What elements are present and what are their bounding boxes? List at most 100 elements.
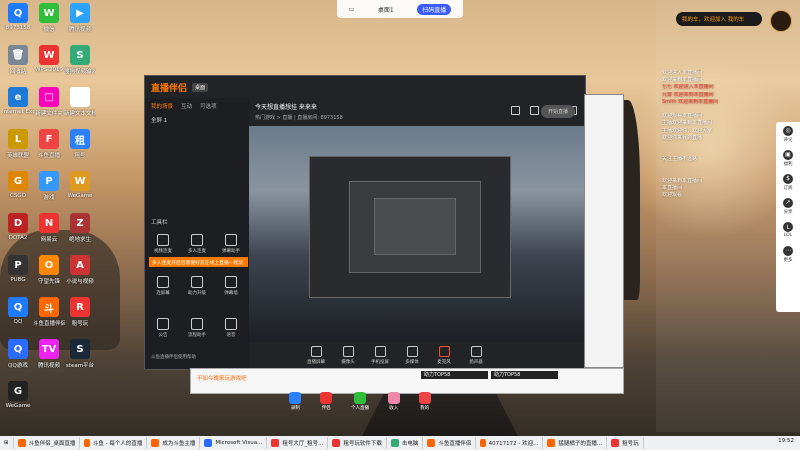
desktop-icon[interactable]: S 搜狗视频输入法 — [64, 45, 96, 75]
desktop-icon[interactable]: O 守望先锋 — [33, 255, 65, 285]
desktop-icon[interactable]: A 小说与视频 — [64, 255, 96, 285]
desktop-icon[interactable]: e Internet Explorer — [2, 87, 34, 115]
source-button[interactable]: 摄像头 — [337, 346, 359, 365]
source-button[interactable]: 扬声器 — [465, 346, 487, 365]
taskbar-item[interactable]: 40717172 - 欢迎... — [476, 437, 544, 449]
tool-label: 助力升级 — [188, 291, 206, 296]
desktop-icon[interactable]: Ssteam平台 — [64, 339, 96, 369]
share-icon[interactable] — [530, 106, 539, 115]
taskbar-label: 斗鱼直播伴侣 — [438, 441, 472, 447]
app-icon: 🗑 — [8, 45, 28, 65]
desktop-icon[interactable]: G WeGame — [2, 381, 34, 409]
desktop-icon[interactable]: D DOTA2 — [2, 213, 34, 241]
sidebar-tab[interactable]: 我的场景 — [151, 102, 173, 110]
desktop-icon-label: 小说与视频 — [66, 279, 94, 285]
dock-item[interactable]: 伴侣 — [320, 392, 333, 416]
screen-label[interactable]: 桌面1 — [378, 5, 394, 14]
tool-button[interactable]: 连屏幕 — [149, 276, 177, 296]
desktop-icon[interactable]: □ 新建文件夹 — [33, 87, 65, 117]
tool-button[interactable]: 语音 — [217, 318, 245, 338]
sidebar-tab[interactable]: 可选项 — [200, 102, 217, 110]
desktop-icon-label: 斗鱼直播 — [37, 153, 60, 159]
side-tool[interactable]: ⋯ 更多 — [776, 242, 800, 266]
desktop-icon[interactable]: ▶ 腾讯视频 — [64, 3, 96, 33]
taskbar-item[interactable]: 斗鱼伴侣_桌面直播 — [14, 437, 81, 449]
multi-mic-banner[interactable]: 多人连麦开启后需要好友在线上直播一起玩 — [149, 257, 248, 267]
tool-button[interactable]: 弹幕助手 — [217, 234, 245, 254]
desktop-icon[interactable]: F 斗鱼直播 — [33, 129, 65, 159]
desktop-icon[interactable]: ≡ 新建文本文档 — [64, 87, 96, 117]
start-live-button[interactable]: 开始直播 — [540, 105, 575, 118]
desktop-icon[interactable]: 租租号 — [64, 129, 96, 159]
stream-preview[interactable] — [249, 126, 585, 342]
tool-button[interactable]: 多人连麦 — [183, 234, 211, 254]
tool-button[interactable]: 助力升级 — [183, 276, 211, 296]
tool-label: 语音 — [226, 333, 236, 338]
app-icon: P — [8, 255, 28, 275]
taskbar-item[interactable]: 租号大厅_租号... — [267, 437, 329, 449]
side-tool[interactable]: $ 订阅 — [776, 170, 800, 194]
tool-button[interactable]: 弹幕墙 — [217, 276, 245, 296]
desktop-icon[interactable]: Z 绝地求生 — [64, 213, 96, 243]
desktop-icon[interactable]: P PUBG — [2, 255, 34, 283]
desktop-icon-label: 网易云 — [40, 237, 58, 243]
taskbar-item[interactable]: 斗鱼 - 每个人的直播 — [80, 437, 148, 449]
source-button[interactable]: 直播屏幕 — [305, 346, 327, 365]
app-icon — [151, 439, 160, 447]
qr-live-button[interactable]: 扫码直播 — [417, 3, 452, 15]
desktop-icon[interactable]: L 英雄联盟 — [2, 129, 34, 159]
side-tool[interactable]: ◎ 评论 — [776, 122, 800, 146]
help-link[interactable]: 斗鱼直播伴侣使用帮助 — [151, 354, 196, 360]
source-button[interactable]: 手机投屏 — [369, 346, 391, 365]
desktop-icon[interactable]: TV 腾讯视频 — [33, 339, 65, 369]
desktop-icon[interactable]: 斗斗鱼直播伴侣 — [33, 297, 65, 327]
scene-tag[interactable]: 桌面 — [192, 82, 209, 92]
app-icon: W — [39, 45, 59, 65]
desktop-icon[interactable]: W 微信 — [33, 3, 65, 33]
taskbar-label: 猛腿橘子的直播... — [558, 441, 603, 447]
scene-item[interactable]: 全屏 1 — [145, 114, 249, 126]
taskbar-item[interactable]: 击电脑 — [387, 437, 424, 449]
desktop-icon[interactable]: Q QQ游戏 — [2, 339, 34, 369]
tool-label: 视频连麦 — [154, 249, 172, 254]
taskbar-item[interactable]: 猛腿橘子的直播... — [543, 437, 608, 449]
dock-item[interactable]: 个人直播 — [351, 392, 369, 416]
desktop-icon[interactable]: W WeGame — [64, 171, 96, 199]
desktop-icon[interactable]: Q QQ — [2, 297, 34, 325]
side-tool[interactable]: L LOL — [776, 218, 800, 242]
app-icon: W — [70, 171, 90, 191]
sidebar-tab[interactable]: 互动 — [181, 102, 192, 110]
desktop-icon[interactable]: Q 8973158 — [2, 3, 34, 31]
window-title-bar: 直播伴侣 桌面 — [145, 76, 585, 98]
desktop-icon[interactable]: N 网易云 — [33, 213, 65, 243]
thumb[interactable]: 助力TOP58 — [421, 371, 488, 379]
thumb[interactable]: 助力TOP58 — [491, 371, 558, 379]
taskbar-label: 斗鱼伴侣_桌面直播 — [28, 441, 76, 447]
side-tool[interactable]: ▣ 福利 — [776, 146, 800, 170]
desktop-icon[interactable]: P 游戏 — [33, 171, 65, 201]
source-button[interactable]: 麦克风 — [433, 346, 455, 365]
desktop-icon[interactable]: 🗑 回收站 — [2, 45, 34, 75]
monitor-icon[interactable]: ▭ — [349, 6, 355, 13]
stream-title[interactable]: 今天想直播想挂 来来来 — [255, 102, 317, 111]
taskbar-item[interactable]: 成为斗鱼主播 — [147, 437, 201, 449]
taskbar-item[interactable]: 斗鱼直播伴侣 — [423, 437, 477, 449]
tool-label: 多人连麦 — [188, 249, 206, 254]
dock-item[interactable]: 我的 — [418, 392, 431, 416]
tool-button[interactable]: 视频连麦 — [149, 234, 177, 254]
desktop-icon[interactable]: R 租号玩 — [64, 297, 96, 327]
source-button[interactable]: 多媒体 — [401, 346, 423, 365]
start-button[interactable]: ⊞ — [0, 437, 14, 449]
desktop-icon[interactable]: G CSGO — [2, 171, 34, 199]
settings-icon[interactable] — [511, 106, 520, 115]
tool-button[interactable]: 公告 — [149, 318, 177, 338]
tool-button[interactable]: 流程助手 — [183, 318, 211, 338]
taskbar-item[interactable]: 租号玩软件下载 — [328, 437, 387, 449]
dock-item[interactable]: 录制 — [289, 392, 302, 416]
taskbar-item[interactable]: Microsoft Visua... — [200, 437, 268, 449]
desktop-icon-label: QQ游戏 — [8, 363, 28, 369]
taskbar-item[interactable]: 租号玩 — [607, 437, 644, 449]
side-tool[interactable]: ↗ 分享 — [776, 194, 800, 218]
dock-item[interactable]: 收入 — [387, 392, 400, 416]
desktop-icon[interactable]: W WPS 2019 — [33, 45, 65, 73]
